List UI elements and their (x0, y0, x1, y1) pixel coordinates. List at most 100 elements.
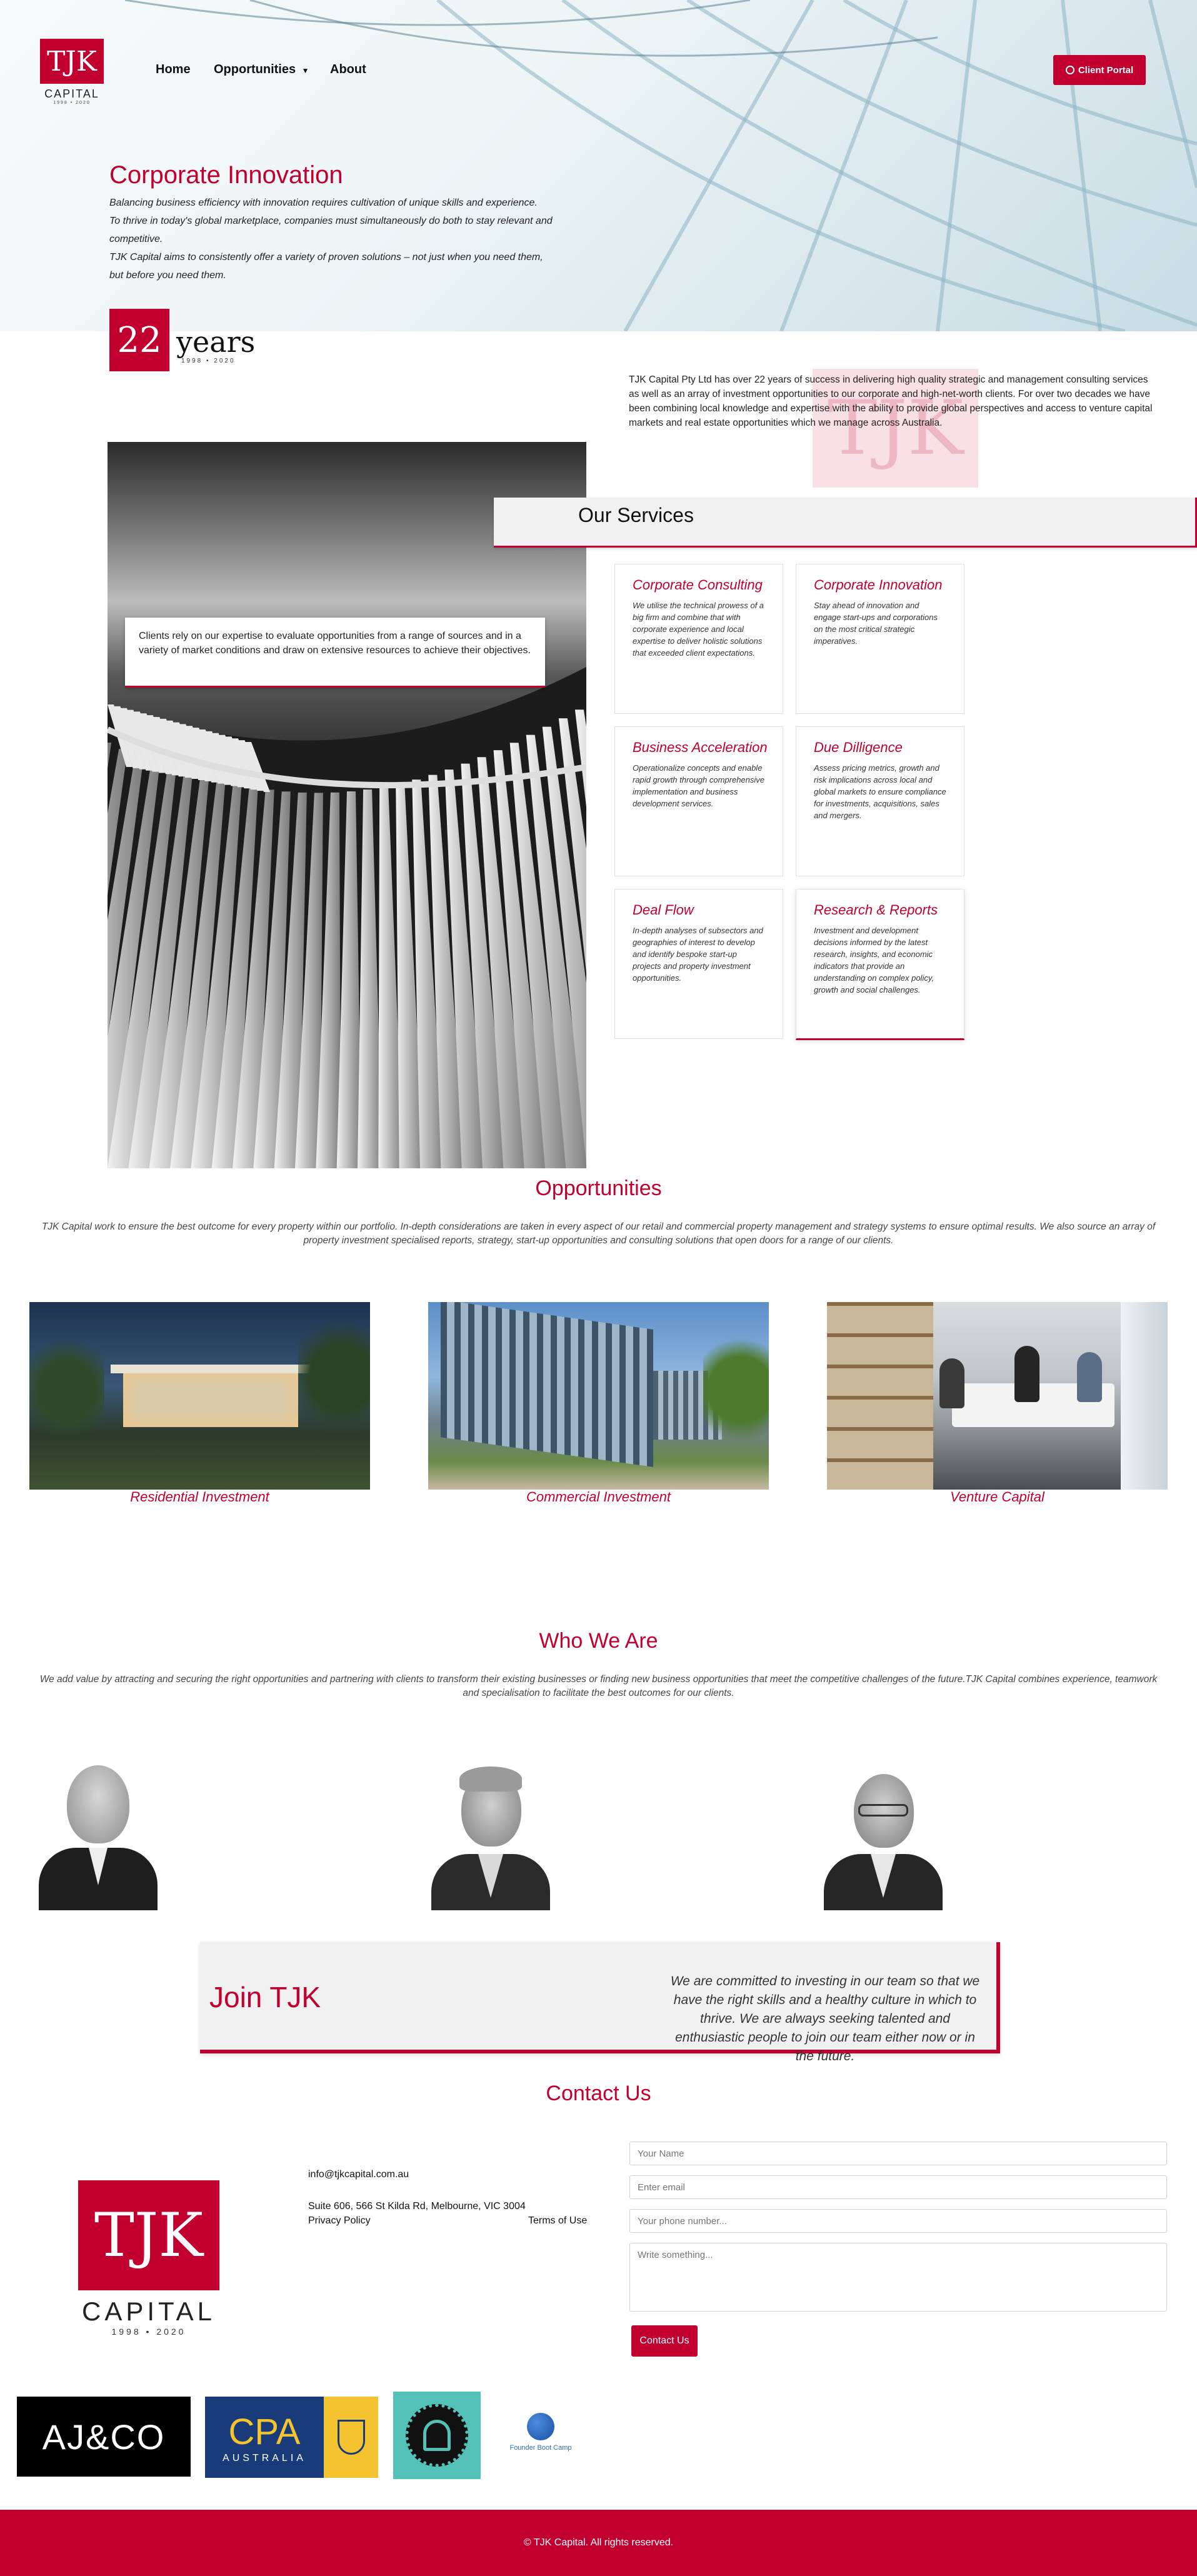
window (1121, 1302, 1168, 1490)
logo-years: 1998 • 2020 (53, 101, 91, 105)
cpa-crest-icon (324, 2397, 378, 2478)
person (939, 1358, 964, 1408)
service-card-research-reports[interactable]: Research & Reports Investment and develo… (796, 889, 964, 1040)
founder-boot-camp-partner-logo[interactable]: Founder Boot Camp (494, 2413, 588, 2463)
join-tjk-title[interactable]: Join TJK (209, 1980, 321, 2014)
hero-line-5: but before you need them. (109, 270, 226, 281)
rocket-globe-icon (527, 2413, 554, 2440)
site-footer: © TJK Capital. All rights reserved. (0, 2510, 1197, 2576)
service-text: We utilise the technical prowess of a bi… (633, 601, 764, 658)
hair (459, 1767, 522, 1792)
glasses (858, 1804, 908, 1817)
user-circle-icon (1065, 66, 1074, 74)
client-portal-button[interactable]: Client Portal (1053, 55, 1146, 85)
service-text: Operationalize concepts and enable rapid… (633, 763, 765, 808)
service-title: Deal Flow (633, 902, 694, 918)
tree (703, 1327, 769, 1452)
tjk-capital-logo[interactable]: TJK CAPITAL 1998 • 2020 (40, 39, 104, 113)
large-logo-wordmark: CAPITAL (82, 2297, 216, 2326)
service-card-business-acceleration[interactable]: Business Acceleration Operationalize con… (614, 726, 783, 876)
service-text: Stay ahead of innovation and engage star… (814, 601, 938, 646)
service-text: In-depth analyses of subsectors and geog… (633, 926, 763, 983)
contact-email-link[interactable]: info@tjkcapital.com.au (308, 2169, 409, 2180)
service-text: Assess pricing metrics, growth and risk … (814, 763, 946, 820)
service-text: Investment and development decisions inf… (814, 926, 934, 995)
service-title: Corporate Consulting (633, 577, 763, 593)
service-card-corporate-innovation[interactable]: Corporate Innovation Stay ahead of innov… (796, 564, 964, 714)
arch-icon (423, 2420, 451, 2451)
expertise-callout: Clients rely on our expertise to evaluat… (125, 618, 545, 688)
service-title: Business Acceleration (633, 739, 768, 755)
architecture-photo (108, 442, 586, 1168)
residential-investment-label[interactable]: Residential Investment (29, 1489, 370, 1505)
contact-us-button[interactable]: Contact Us (631, 2325, 698, 2357)
person (1014, 1346, 1039, 1402)
service-title: Research & Reports (814, 902, 938, 918)
venture-capital-label[interactable]: Venture Capital (827, 1489, 1168, 1505)
join-tjk-text: We are committed to investing in our tea… (670, 1974, 980, 2063)
circle-emblem-icon (406, 2404, 468, 2467)
email-input[interactable] (629, 2175, 1167, 2199)
hero-line-3: competitive. (109, 234, 163, 244)
cpa-subtitle: AUSTRALIA (223, 2452, 306, 2463)
who-we-are-description: We add value by attracting and securing … (39, 1674, 1158, 1698)
client-portal-label: Client Portal (1078, 64, 1134, 76)
tjk-capital-large-logo: TJK CAPITAL 1998 • 2020 (74, 2180, 224, 2349)
ajco-partner-logo[interactable]: AJ&CO (17, 2397, 191, 2477)
shield-icon (337, 2420, 365, 2455)
tree-right (298, 1308, 370, 1446)
contact-address: Suite 606, 566 St Kilda Rd, Melbourne, V… (308, 2201, 526, 2212)
copyright-text: © TJK Capital. All rights reserved. (523, 2537, 674, 2548)
cpa-australia-partner-logo[interactable]: CPA AUSTRALIA (205, 2397, 378, 2478)
nav-opportunities[interactable]: Opportunities ▼ (214, 63, 309, 77)
service-card-corporate-consulting[interactable]: Corporate Consulting We utilise the tech… (614, 564, 783, 714)
large-logo-mark: TJK (78, 2180, 219, 2290)
years-badge-range: 1998 • 2020 (181, 358, 236, 364)
head (67, 1765, 129, 1843)
service-card-due-diligence[interactable]: Due Dilligence Assess pricing metrics, g… (796, 726, 964, 876)
team-member-photo-2[interactable] (431, 1760, 550, 1910)
hero-title: Corporate Innovation (109, 161, 343, 189)
message-textarea[interactable] (629, 2243, 1167, 2312)
cpa-title: CPA (228, 2411, 301, 2452)
bookshelf (827, 1302, 933, 1490)
office-building (441, 1302, 653, 1467)
service-title: Corporate Innovation (814, 577, 943, 593)
terms-of-use-link[interactable]: Terms of Use (528, 2215, 587, 2227)
circular-partner-logo[interactable] (393, 2392, 481, 2479)
cpa-wordmark: CPA AUSTRALIA (205, 2397, 324, 2478)
nav-home[interactable]: Home (156, 63, 191, 77)
privacy-policy-link[interactable]: Privacy Policy (308, 2215, 371, 2227)
residential-investment-image[interactable] (29, 1302, 370, 1490)
large-logo-years: 1998 • 2020 (111, 2327, 186, 2337)
house-roof (111, 1365, 311, 1373)
about-paragraph: TJK Capital Pty Ltd has over 22 years of… (629, 374, 1153, 428)
service-title: Due Dilligence (814, 739, 903, 755)
founder-boot-camp-label: Founder Boot Camp (509, 2444, 572, 2452)
who-we-are-title: Who We Are (539, 1629, 658, 1653)
years-badge-word: years (176, 325, 256, 359)
commercial-investment-image[interactable] (428, 1302, 769, 1490)
services-title: Our Services (578, 504, 694, 526)
commercial-investment-label[interactable]: Commercial Investment (428, 1489, 769, 1505)
opportunities-description: TJK Capital work to ensure the best outc… (41, 1221, 1156, 1246)
phone-input[interactable] (629, 2209, 1167, 2233)
logo-wordmark: CAPITAL (44, 88, 99, 100)
person (1077, 1352, 1102, 1402)
nav-opportunities-label: Opportunities (214, 63, 296, 76)
hero-line-1: Balancing business efficiency with innov… (109, 198, 538, 208)
nav-about[interactable]: About (330, 63, 366, 77)
hero-line-2: To thrive in today's global marketplace,… (109, 216, 553, 226)
team-member-photo-1[interactable] (39, 1760, 158, 1910)
contact-title: Contact Us (546, 2082, 651, 2105)
team-member-photo-3[interactable] (824, 1760, 943, 1910)
name-input[interactable] (629, 2142, 1167, 2165)
service-card-deal-flow[interactable]: Deal Flow In-depth analyses of subsector… (614, 889, 783, 1039)
years-badge-number: 22 (109, 309, 169, 371)
house-shape (123, 1371, 298, 1427)
venture-capital-image[interactable] (827, 1302, 1168, 1490)
hero-line-4: TJK Capital aims to consistently offer a… (109, 252, 543, 263)
opportunities-title: Opportunities (535, 1176, 662, 1200)
caret-down-icon: ▼ (301, 66, 309, 75)
logo-mark: TJK (40, 39, 104, 84)
